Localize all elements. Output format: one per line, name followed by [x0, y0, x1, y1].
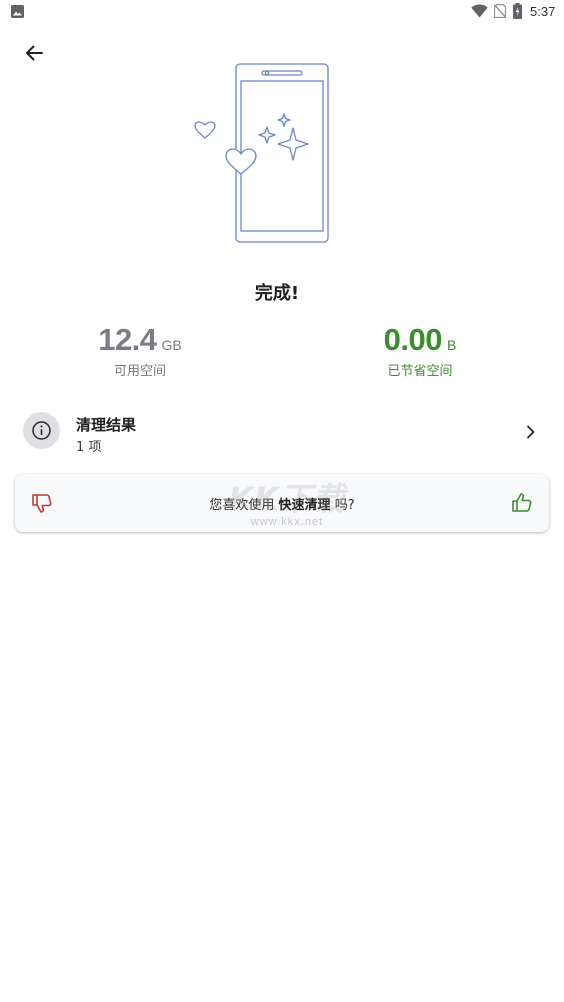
chevron-right-icon	[527, 425, 535, 439]
arrow-left-icon	[26, 45, 43, 61]
phone-illustration	[194, 63, 329, 243]
wifi-icon	[471, 4, 488, 18]
saved-space-unit: B	[447, 337, 457, 353]
cleanup-results-count: 1 项	[76, 440, 102, 455]
heart-icons	[194, 121, 257, 175]
back-button[interactable]	[18, 37, 50, 69]
available-space-label: 可用空间	[113, 364, 166, 379]
battery-icon	[513, 3, 522, 19]
available-space-unit: GB	[161, 337, 182, 353]
info-icon	[32, 421, 51, 440]
completion-title: 完成!	[254, 283, 300, 304]
status-time: 5:37	[530, 4, 556, 19]
gallery-icon	[11, 5, 24, 18]
feedback-feature: 快速清理	[278, 498, 331, 513]
screen: 5:37 完成! 12.4 GB 可用空间 0.00 B 已节省空间 清理结果 …	[0, 0, 564, 1002]
feedback-suffix: 吗?	[334, 498, 355, 513]
saved-space-value: 0.00	[383, 322, 443, 357]
cleanup-results-row[interactable]: 清理结果 1 项	[0, 402, 564, 464]
thumb-up-button[interactable]	[510, 491, 534, 515]
thumb-up-icon	[512, 493, 532, 512]
info-icon-circle	[23, 412, 60, 449]
status-bar: 5:37	[0, 0, 564, 24]
available-space-stat: 12.4 GB 可用空间	[80, 322, 200, 379]
saved-space-label: 已节省空间	[387, 364, 453, 379]
feedback-question: 您喜欢使用 快速清理 吗?	[15, 494, 549, 513]
feedback-card: 您喜欢使用 快速清理 吗?	[15, 474, 549, 532]
available-space-value: 12.4	[98, 322, 157, 357]
no-sim-icon	[494, 4, 506, 18]
cleanup-results-title: 清理结果	[76, 416, 137, 434]
sparkle-icons	[258, 113, 309, 161]
feedback-prefix: 您喜欢使用	[209, 498, 275, 513]
saved-space-stat: 0.00 B 已节省空间	[360, 322, 480, 379]
